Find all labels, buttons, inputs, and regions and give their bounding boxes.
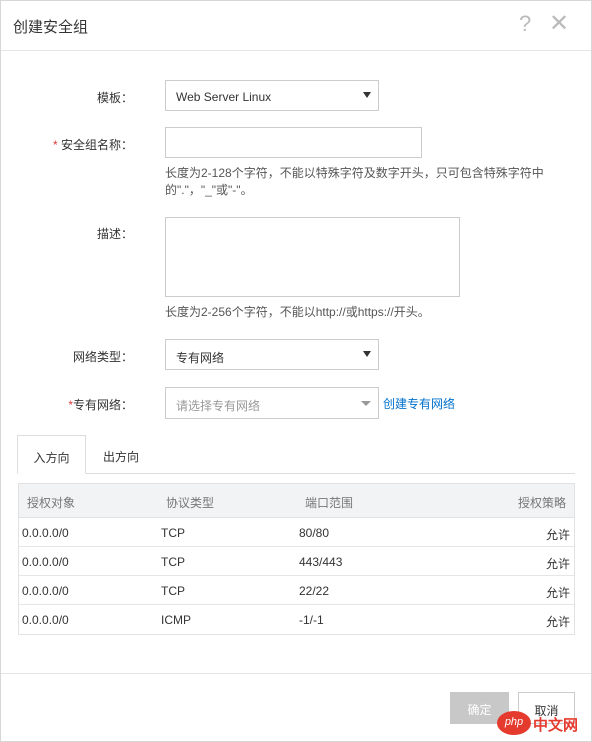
- cell-protocol: ICMP: [161, 613, 191, 627]
- vpc-select[interactable]: 请选择专有网络: [165, 387, 379, 419]
- chevron-down-icon: [361, 401, 371, 406]
- watermark-text: 中文网: [533, 717, 579, 734]
- column-header-port-range: 端口范围: [305, 496, 354, 510]
- cell-policy: 允许: [545, 615, 570, 629]
- vpc-label: *专有网络：: [1, 396, 133, 413]
- vpc-select-placeholder: 请选择专有网络: [176, 399, 261, 413]
- security-group-name-label: * 安全组名称：: [1, 136, 133, 153]
- cell-protocol: TCP: [161, 584, 185, 598]
- dialog-header: 创建安全组 ? ✕: [1, 1, 591, 51]
- column-header-auth-object: 授权对象: [27, 496, 76, 510]
- network-type-select[interactable]: 专有网络: [165, 339, 379, 370]
- description-label: 描述：: [96, 227, 133, 241]
- php-logo-icon: php: [497, 711, 531, 735]
- tab-outbound[interactable]: 出方向: [87, 435, 155, 474]
- cell-auth-object: 0.0.0.0/0: [22, 555, 69, 569]
- description-hint: 长度为2-256个字符，不能以http://或https://开头。: [165, 305, 430, 319]
- chevron-down-icon: [363, 351, 371, 357]
- table-row: 0.0.0.0/0 TCP 22/22 允许: [19, 576, 574, 605]
- create-security-group-dialog: 创建安全组 ? ✕ 模板： Web Server Linux * 安全组名称： …: [0, 0, 592, 742]
- cell-policy: 允许: [545, 528, 570, 542]
- cell-port-range: 80/80: [299, 526, 330, 540]
- cell-protocol: TCP: [161, 526, 185, 540]
- column-header-policy: 授权策略: [517, 496, 566, 510]
- cell-auth-object: 0.0.0.0/0: [22, 526, 69, 540]
- create-vpc-link[interactable]: 创建专有网络: [383, 395, 455, 412]
- cell-port-range: 22/22: [299, 584, 330, 598]
- network-type-select-value: 专有网络: [176, 351, 225, 365]
- table-row: 0.0.0.0/0 TCP 80/80 允许: [19, 518, 574, 547]
- cell-auth-object: 0.0.0.0/0: [22, 584, 69, 598]
- cell-policy: 允许: [545, 586, 570, 600]
- close-icon[interactable]: ✕: [549, 9, 569, 38]
- table-row: 0.0.0.0/0 TCP 443/443 允许: [19, 547, 574, 576]
- cell-protocol: TCP: [161, 555, 185, 569]
- dialog-title: 创建安全组: [13, 19, 89, 36]
- footer-divider: [1, 673, 591, 674]
- chevron-down-icon: [363, 92, 371, 98]
- cell-policy: 允许: [545, 557, 570, 571]
- template-label: 模板：: [96, 91, 133, 105]
- network-type-label: 网络类型：: [72, 350, 133, 364]
- watermark-logo: php 中文网: [497, 709, 585, 737]
- security-group-name-hint-line2: 的"."，"_"或"-"。: [165, 183, 253, 197]
- rules-table: 授权对象 协议类型 端口范围 授权策略 0.0.0.0/0 TCP 80/80 …: [18, 483, 575, 635]
- vpc-label-text: 专有网络：: [72, 398, 133, 412]
- cell-port-range: 443/443: [299, 555, 343, 569]
- table-row: 0.0.0.0/0 ICMP -1/-1 允许: [19, 605, 574, 634]
- template-select-value: Web Server Linux: [176, 90, 272, 104]
- column-header-protocol: 协议类型: [166, 496, 215, 510]
- tab-inbound[interactable]: 入方向: [17, 435, 86, 474]
- security-group-name-input[interactable]: [165, 127, 422, 158]
- security-group-name-hint-line1: 长度为2-128个字符，不能以特殊字符及数字开头，只可包含特殊字符中: [165, 166, 544, 180]
- table-header: 授权对象 协议类型 端口范围 授权策略: [19, 484, 574, 518]
- template-select[interactable]: Web Server Linux: [165, 80, 379, 111]
- security-group-name-label-text: 安全组名称：: [57, 138, 133, 152]
- cell-auth-object: 0.0.0.0/0: [22, 613, 69, 627]
- cell-port-range: -1/-1: [299, 613, 324, 627]
- help-icon[interactable]: ?: [519, 11, 531, 37]
- description-textarea[interactable]: [165, 217, 460, 297]
